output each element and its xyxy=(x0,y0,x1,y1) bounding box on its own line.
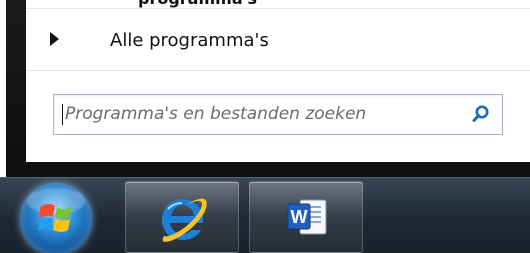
search-input[interactable] xyxy=(60,101,460,127)
svg-text:W: W xyxy=(291,207,308,227)
all-programs-item[interactable]: Alle programma's xyxy=(26,20,530,64)
internet-explorer-taskbar-button[interactable] xyxy=(125,181,239,253)
search-icon[interactable] xyxy=(470,104,492,126)
windows-logo-icon xyxy=(38,203,72,232)
microsoft-word-icon: W xyxy=(287,199,327,235)
cut-off-menu-label: programma's xyxy=(138,0,257,8)
start-menu-frame: programma's Alle programma's xyxy=(6,0,530,177)
menu-divider xyxy=(26,70,530,71)
start-button[interactable] xyxy=(20,183,92,253)
internet-explorer-icon xyxy=(162,198,207,242)
taskbar: W xyxy=(0,177,530,253)
search-box[interactable] xyxy=(53,94,503,135)
microsoft-word-taskbar-button[interactable]: W xyxy=(249,181,363,253)
start-menu-panel: programma's Alle programma's xyxy=(26,0,530,162)
all-programs-label: Alle programma's xyxy=(110,30,269,51)
triangle-right-icon xyxy=(50,32,59,46)
cut-off-menu-item[interactable]: programma's xyxy=(26,0,530,9)
screen: programma's Alle programma's xyxy=(0,0,530,253)
